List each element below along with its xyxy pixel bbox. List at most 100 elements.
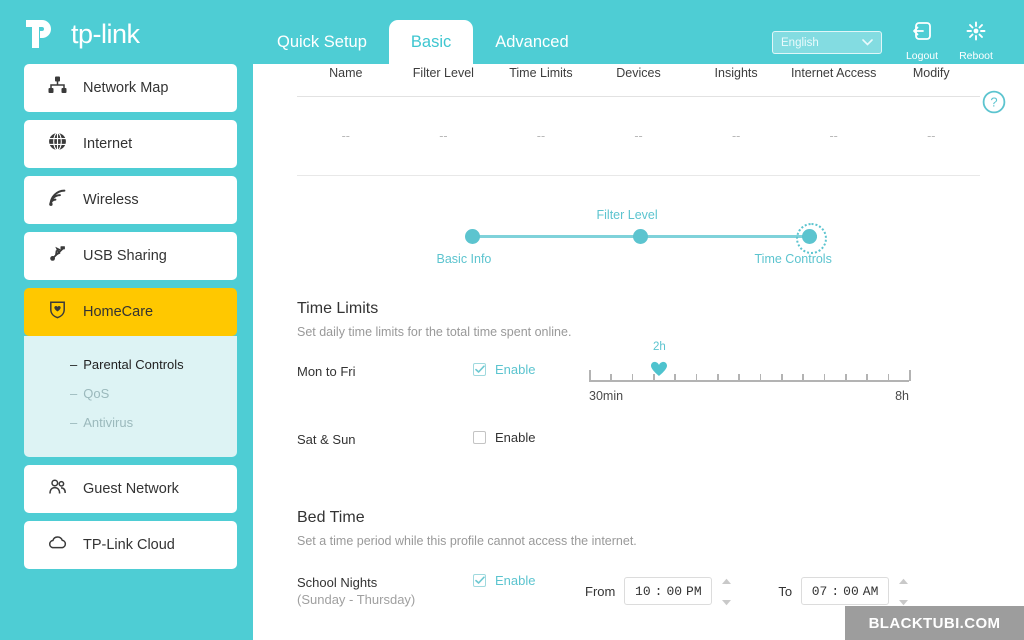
stepper-dot-time-controls[interactable] bbox=[795, 223, 827, 254]
slider-base-line bbox=[589, 380, 909, 382]
time-limits-row-mon-to-fri: Mon to Fri Enable 2h 30min 8h bbox=[297, 341, 980, 403]
cell-name: -- bbox=[341, 129, 350, 143]
column-header-internet-access: Internet Access bbox=[790, 66, 877, 80]
tab-basic[interactable]: Basic bbox=[388, 20, 474, 69]
slider-tick bbox=[759, 374, 762, 381]
chevron-down-icon bbox=[862, 37, 873, 49]
from-hour-value: 10 bbox=[635, 583, 651, 599]
from-label: From bbox=[585, 583, 616, 599]
cell-modify: -- bbox=[927, 129, 936, 143]
enable-label: Enable bbox=[495, 362, 536, 377]
tab-quick-setup[interactable]: Quick Setup bbox=[255, 22, 389, 65]
slider-tick bbox=[781, 374, 783, 381]
people-icon bbox=[48, 477, 67, 501]
slider-tick bbox=[631, 374, 634, 381]
sidebar-label: Guest Network bbox=[83, 481, 179, 497]
submenu-label: Antivirus bbox=[83, 415, 134, 430]
sidebar-item-antivirus[interactable]: – Antivirus bbox=[24, 408, 237, 437]
bed-time-from-group: From 10 : 00 PM bbox=[585, 572, 732, 611]
sat-sun-enable-toggle[interactable]: Enable bbox=[473, 429, 585, 445]
to-minute-value: 00 bbox=[843, 583, 859, 599]
slider-tick bbox=[823, 374, 826, 381]
submenu-label: Parental Controls bbox=[83, 357, 184, 372]
sidebar-item-wireless[interactable]: Wireless bbox=[24, 176, 237, 224]
enable-label: Enable bbox=[495, 430, 536, 445]
homecare-submenu: – Parental Controls – QoS – Antivirus bbox=[24, 336, 237, 457]
stepper-down-icon[interactable] bbox=[721, 593, 732, 611]
column-header-devices: Devices bbox=[616, 66, 661, 80]
reboot-label: Reboot bbox=[959, 50, 993, 62]
stepper-dot-filter-level[interactable] bbox=[632, 229, 648, 244]
globe-icon bbox=[48, 132, 67, 156]
checkbox-unchecked-icon[interactable] bbox=[473, 431, 486, 444]
sidebar-label: USB Sharing bbox=[83, 248, 167, 264]
slider-tick bbox=[674, 374, 676, 381]
column-header-filter-level: Filter Level bbox=[412, 66, 474, 80]
sidebar-item-guest-network[interactable]: Guest Network bbox=[24, 465, 237, 513]
reboot-icon bbox=[965, 20, 987, 47]
cell-time-limits: -- bbox=[536, 129, 546, 143]
cell-internet-access: -- bbox=[829, 129, 838, 143]
usb-icon bbox=[48, 244, 67, 268]
language-select-value: English bbox=[781, 36, 819, 49]
sidebar-item-internet[interactable]: Internet bbox=[24, 120, 237, 168]
row-label-main: School Nights bbox=[297, 574, 378, 590]
submenu-dash: – bbox=[70, 415, 78, 430]
help-icon[interactable]: ? bbox=[982, 90, 1006, 119]
slider-tick bbox=[866, 374, 868, 381]
slider-max-label: 8h bbox=[895, 389, 909, 403]
setup-stepper: Basic Info Filter Level Time Controls bbox=[437, 202, 832, 274]
sidebar-item-network-map[interactable]: Network Map bbox=[24, 64, 237, 112]
enable-label: Enable bbox=[495, 572, 536, 588]
sidebar: Network Map Internet Wireless USB Sharin… bbox=[24, 64, 237, 577]
checkbox-checked-icon[interactable] bbox=[473, 573, 486, 587]
logout-label: Logout bbox=[905, 50, 939, 62]
sidebar-item-parental-controls[interactable]: – Parental Controls bbox=[24, 350, 237, 379]
sidebar-item-qos[interactable]: – QoS bbox=[24, 379, 237, 408]
slider-tick bbox=[610, 374, 612, 381]
watermark: BLACKTUBI.COM bbox=[845, 606, 1024, 640]
sidebar-item-homecare[interactable]: HomeCare bbox=[24, 288, 237, 336]
to-time-input[interactable]: 07 : 00 AM bbox=[801, 577, 890, 606]
from-time-stepper[interactable] bbox=[721, 572, 732, 611]
from-minute-value: 00 bbox=[666, 583, 683, 599]
checkbox-checked-icon[interactable] bbox=[473, 363, 486, 376]
wifi-icon bbox=[48, 188, 67, 212]
sidebar-item-tp-link-cloud[interactable]: TP-Link Cloud bbox=[24, 521, 237, 569]
language-select[interactable]: English bbox=[772, 31, 882, 54]
daily-time-limit-slider[interactable]: 2h 30min 8h bbox=[589, 341, 911, 403]
row-label-sub: (Sunday - Thursday) bbox=[297, 592, 416, 608]
mon-to-fri-enable-toggle[interactable]: Enable bbox=[473, 361, 585, 377]
stepper-label-filter-level: Filter Level bbox=[596, 208, 658, 222]
time-limits-row-sat-sun: Sat & Sun Enable bbox=[297, 429, 980, 449]
stepper-dot-basic-info[interactable] bbox=[464, 229, 480, 244]
time-limits-section: Time Limits Set daily time limits for th… bbox=[253, 300, 1024, 449]
stepper-up-icon[interactable] bbox=[898, 572, 909, 590]
time-limits-title: Time Limits bbox=[297, 300, 379, 317]
profile-table-header: Name Filter Level Time Limits Devices In… bbox=[253, 66, 1024, 80]
table-row: -- -- -- -- -- -- -- bbox=[253, 129, 1024, 143]
logout-icon bbox=[911, 20, 933, 47]
to-time-stepper[interactable] bbox=[898, 572, 909, 611]
slider-value-label: 2h bbox=[652, 341, 666, 353]
slider-ruler bbox=[589, 369, 911, 382]
main-content: ? Name Filter Level Time Limits Devices … bbox=[253, 64, 1024, 640]
sidebar-item-usb-sharing[interactable]: USB Sharing bbox=[24, 232, 237, 280]
main-nav-tabs: Quick Setup Basic Advanced bbox=[255, 20, 591, 69]
tab-advanced[interactable]: Advanced bbox=[473, 22, 590, 65]
slider-tick bbox=[738, 374, 740, 381]
logout-button[interactable]: Logout bbox=[898, 20, 946, 62]
reboot-button[interactable]: Reboot bbox=[952, 20, 1000, 62]
stepper-up-icon[interactable] bbox=[721, 572, 732, 590]
submenu-dash: – bbox=[70, 386, 78, 401]
cell-filter-level: -- bbox=[439, 129, 448, 143]
from-time-input[interactable]: 10 : 00 PM bbox=[624, 577, 713, 606]
column-header-insights: Insights bbox=[714, 66, 758, 80]
time-separator: : bbox=[831, 583, 840, 599]
slider-tick bbox=[909, 370, 911, 381]
school-nights-enable-toggle[interactable]: Enable bbox=[473, 572, 585, 588]
submenu-dash: – bbox=[70, 357, 78, 372]
sidebar-label: Wireless bbox=[83, 192, 139, 208]
slider-min-label: 30min bbox=[589, 389, 624, 403]
bed-time-title: Bed Time bbox=[297, 508, 365, 526]
